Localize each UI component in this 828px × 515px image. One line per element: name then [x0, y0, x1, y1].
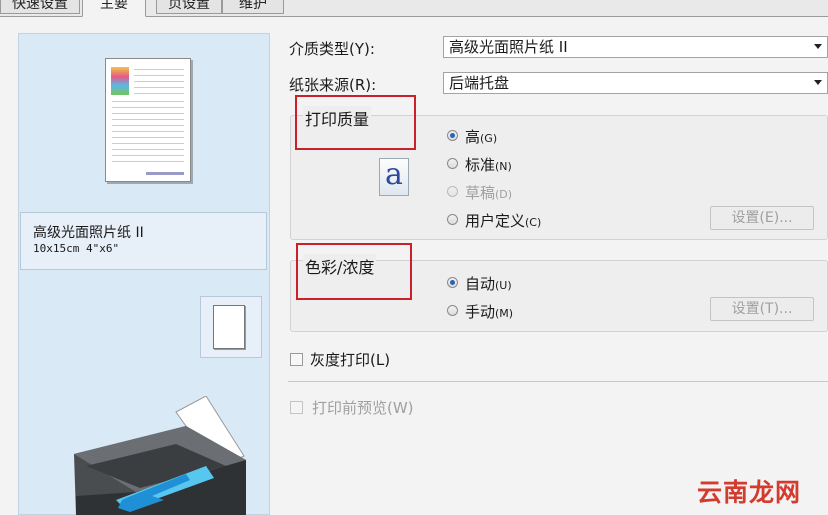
tab-quick-setup[interactable]: 快速设置: [0, 0, 80, 14]
preview-before-print-label: 打印前预览(W): [312, 399, 414, 417]
color-auto-label: 自动(U): [465, 275, 512, 293]
tab-main[interactable]: 主要: [82, 0, 146, 17]
quality-standard-label: 标准(N): [465, 156, 512, 174]
chevron-down-icon: [814, 80, 822, 85]
preview-media-size: 10x15cm 4"x6": [33, 242, 120, 255]
quality-custom-label: 用户定义(C): [465, 212, 542, 230]
media-type-label: 介质类型(Y):: [289, 40, 375, 58]
radio-color-manual[interactable]: [447, 305, 458, 316]
printer-icon: [74, 396, 246, 515]
watermark-text: 云南龙网: [697, 478, 802, 507]
radio-quality-custom[interactable]: [447, 214, 458, 225]
quality-preview-icon: a: [379, 158, 409, 196]
color-settings-button[interactable]: 设置(T)...: [710, 297, 814, 321]
radio-quality-standard[interactable]: [447, 158, 458, 169]
media-type-select[interactable]: 高级光面照片纸 II: [443, 36, 828, 58]
paper-source-label: 纸张来源(R):: [289, 76, 377, 94]
preview-media-name: 高级光面照片纸 II: [33, 225, 144, 241]
media-type-value: 高级光面照片纸 II: [449, 38, 568, 56]
paper-source-value: 后端托盘: [449, 74, 510, 92]
preview-before-print-checkbox[interactable]: [290, 401, 303, 414]
highlight-box: [295, 95, 416, 150]
highlight-box: [296, 243, 412, 300]
quality-settings-button[interactable]: 设置(E)...: [710, 206, 814, 230]
divider: [288, 381, 828, 382]
paper-source-select[interactable]: 后端托盘: [443, 72, 828, 94]
chevron-down-icon: [814, 44, 822, 49]
radio-quality-high[interactable]: [447, 130, 458, 141]
photo-thumbnail: [111, 67, 129, 95]
page-preview: [105, 58, 191, 182]
tab-bar: 快速设置 主要 页设置 维护: [0, 0, 828, 17]
orientation-page-icon: [213, 305, 245, 349]
quality-high-label: 高(G): [465, 128, 498, 146]
grayscale-checkbox[interactable]: [290, 353, 303, 366]
radio-color-auto[interactable]: [447, 277, 458, 288]
quality-draft-label: 草稿(D): [465, 184, 513, 202]
tab-maintenance[interactable]: 维护: [222, 0, 284, 14]
color-manual-label: 手动(M): [465, 303, 514, 321]
radio-quality-draft[interactable]: [447, 186, 458, 197]
grayscale-label: 灰度打印(L): [310, 351, 391, 369]
tab-page-setup[interactable]: 页设置: [156, 0, 222, 14]
